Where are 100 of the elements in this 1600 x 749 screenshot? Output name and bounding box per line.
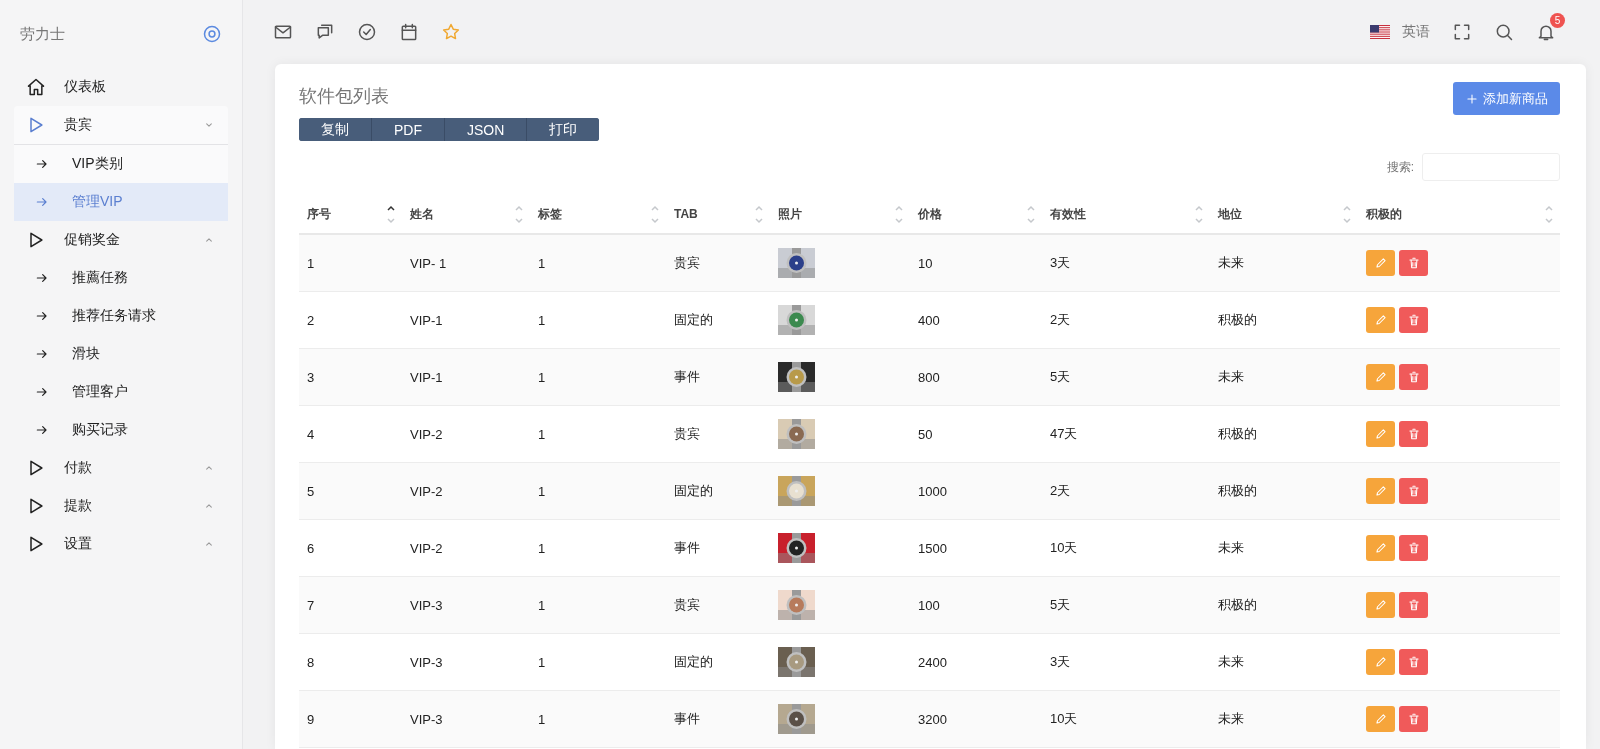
table-cell: VIP-1 [402,349,530,406]
search-icon[interactable] [1494,22,1514,42]
trash-icon [1406,370,1421,384]
nav-item[interactable]: 仪表板 [14,68,228,106]
trash-icon [1406,712,1421,726]
nav-subitem[interactable]: VIP类别 [14,145,228,183]
table-cell: 1 [299,235,402,292]
pencil-icon [1373,370,1388,384]
pencil-icon [1373,712,1388,726]
table-cell: 800 [910,349,1042,406]
trash-icon [1406,598,1421,612]
table-cell: 贵宾 [666,577,770,634]
delete-button[interactable] [1399,649,1428,675]
trash-icon [1406,313,1421,327]
us-flag-icon[interactable] [1370,25,1390,39]
pencil-icon [1373,313,1388,327]
table-cell: 10 [910,235,1042,292]
nav-item[interactable]: 提款 [14,487,228,525]
pencil-icon [1373,541,1388,555]
delete-button[interactable] [1399,535,1428,561]
edit-button[interactable] [1366,592,1395,618]
check-circle-icon[interactable] [357,22,377,42]
trash-icon [1406,256,1421,270]
delete-button[interactable] [1399,592,1428,618]
edit-button[interactable] [1366,706,1395,732]
table-cell: 1000 [910,463,1042,520]
edit-button[interactable] [1366,364,1395,390]
delete-button[interactable] [1399,706,1428,732]
nav-item[interactable]: 付款 [14,449,228,487]
export-button[interactable]: 复制 [299,118,372,141]
delete-button[interactable] [1399,307,1428,333]
edit-button[interactable] [1366,478,1395,504]
table-cell: 100 [910,577,1042,634]
table-cell: 事件 [666,691,770,748]
table-cell: 1 [530,349,666,406]
sort-icon[interactable] [386,203,396,225]
table-cell: 未来 [1210,691,1358,748]
nav-item[interactable]: 设置 [14,525,228,563]
table-cell: 10天 [1042,691,1210,748]
nav-subitem[interactable]: 推薦任務 [14,259,228,297]
nav-item[interactable]: 贵宾 [14,106,228,145]
pencil-icon [1373,655,1388,669]
table-cell: 未来 [1210,349,1358,406]
edit-button[interactable] [1366,250,1395,276]
nav-subitem[interactable]: 推荐任务请求 [14,297,228,335]
table-cell: VIP- 1 [402,235,530,292]
delete-button[interactable] [1399,364,1428,390]
table-cell: VIP-3 [402,577,530,634]
search-label: 搜索: [1386,158,1414,176]
nav-subitem[interactable]: 管理客户 [14,373,228,411]
table-cell: 1 [530,463,666,520]
table-cell: 贵宾 [666,235,770,292]
table-cell: 7 [299,577,402,634]
pencil-icon [1373,256,1388,270]
trash-icon [1406,484,1421,498]
nav-subitem[interactable]: 购买记录 [14,411,228,449]
card-title: 软件包列表 [299,85,390,108]
language-label[interactable]: 英语 [1402,23,1430,41]
table-cell: 5天 [1042,349,1210,406]
table-cell: 3 [299,349,402,406]
calendar-icon[interactable] [399,22,419,42]
home-icon[interactable] [26,77,46,97]
table-cell: 1 [530,235,666,292]
pencil-icon [1373,427,1388,441]
trash-icon [1406,541,1421,555]
table-cell: 3天 [1042,235,1210,292]
table-cell: 5天 [1042,577,1210,634]
brand-name: 劳力士 [20,24,65,44]
table-cell: 积极的 [1210,577,1358,634]
table-cell: VIP-3 [402,691,530,748]
fullscreen-icon[interactable] [1452,22,1472,42]
table-cell: 未来 [1210,235,1358,292]
edit-button[interactable] [1366,307,1395,333]
table-cell: 2天 [1042,463,1210,520]
table-cell: 5 [299,463,402,520]
pencil-icon [1373,598,1388,612]
table-cell: 1 [530,691,666,748]
edit-button[interactable] [1366,649,1395,675]
plus-icon [1465,91,1479,106]
nav-item[interactable]: 促销奖金 [14,221,228,259]
delete-button[interactable] [1399,250,1428,276]
delete-button[interactable] [1399,421,1428,447]
table-cell: 3200 [910,691,1042,748]
table-cell: 1 [530,577,666,634]
nav-subitem[interactable]: 滑块 [14,335,228,373]
edit-button[interactable] [1366,535,1395,561]
edit-button[interactable] [1366,421,1395,447]
trash-icon [1406,655,1421,669]
star-icon[interactable] [441,22,461,42]
target-icon[interactable] [202,24,222,44]
table-cell: VIP-2 [402,463,530,520]
pencil-icon [1373,484,1388,498]
trash-icon [1406,427,1421,441]
table-cell: 积极的 [1210,463,1358,520]
table-cell: 9 [299,691,402,748]
table-cell: 事件 [666,349,770,406]
delete-button[interactable] [1399,478,1428,504]
table-cell: 固定的 [666,463,770,520]
notification-badge: 5 [1550,13,1565,28]
mail-icon[interactable] [273,22,293,42]
